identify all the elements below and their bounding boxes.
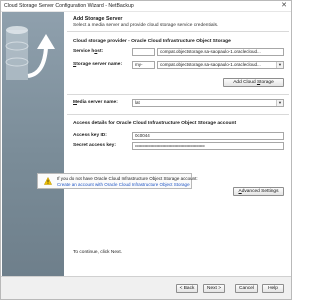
provider-divider	[67, 94, 289, 95]
chevron-down-icon[interactable]: ▼	[276, 62, 283, 68]
wizard-window: Cloud Storage Server Configuration Wizar…	[0, 0, 292, 300]
service-host-prefix-field[interactable]	[132, 48, 155, 56]
service-host-label: Service host:	[73, 49, 104, 54]
storage-server-name-dropdown[interactable]: compat.objectstorage.sa-saopaulo-1.oracl…	[157, 61, 284, 69]
page-subtitle: Select a media server and provide cloud …	[73, 23, 219, 28]
access-section-label: Access details for Oracle Cloud Infrastr…	[73, 121, 237, 126]
storage-server-name-label: Storage server name:	[73, 62, 123, 67]
storage-server-prefix-field[interactable]: my-	[132, 61, 155, 69]
service-host-field[interactable]: compat.objectstorage.sa-saopaulo-1.oracl…	[157, 48, 284, 56]
storage-upload-illustration-icon	[5, 26, 55, 80]
storage-server-name-value: compat.objectstorage.sa-saopaulo-1.oracl…	[160, 62, 261, 67]
access-key-id-field[interactable]: 0c0044	[132, 132, 284, 140]
wizard-content: Add Storage Server Select a media server…	[64, 12, 291, 274]
account-info-box: If you do not have Oracle Cloud Infrastr…	[37, 173, 198, 189]
advanced-settings-button[interactable]: Advanced Settings	[233, 187, 284, 196]
window-title: Cloud Storage Server Configuration Wizar…	[4, 3, 134, 9]
access-key-id-label: Access key ID:	[73, 133, 107, 138]
wizard-button-bar: < Back Next > Cancel Help	[1, 276, 291, 299]
media-server-name-dropdown[interactable]: lat ▼	[132, 99, 284, 107]
back-button[interactable]: < Back	[176, 284, 198, 293]
header-divider	[67, 31, 289, 32]
next-button[interactable]: Next >	[203, 284, 225, 293]
add-cloud-storage-button[interactable]: Add Cloud Storage	[223, 78, 284, 87]
continue-hint: To continue, click Next.	[73, 250, 123, 255]
create-account-link[interactable]: Create an account with Oracle Cloud Infr…	[57, 182, 190, 187]
chevron-down-icon[interactable]: ▼	[276, 100, 283, 106]
secret-access-key-field[interactable]: ••••••••••••••••••••••••••••••••••••••••…	[132, 142, 284, 150]
close-icon[interactable]: ✕	[281, 2, 287, 10]
media-server-name-label: Media server name:	[73, 100, 118, 105]
media-server-name-value: lat	[135, 100, 140, 105]
secret-access-key-label: Secret access key:	[73, 143, 116, 148]
wizard-side-banner	[2, 12, 64, 276]
media-divider	[67, 114, 289, 115]
provider-section-label: Cloud storage provider - Oracle Cloud In…	[73, 39, 231, 44]
page-title: Add Storage Server	[73, 16, 123, 22]
warning-icon	[44, 177, 52, 185]
account-info-text: If you do not have Oracle Cloud Infrastr…	[57, 176, 198, 181]
title-bar: Cloud Storage Server Configuration Wizar…	[1, 1, 291, 12]
cancel-button[interactable]: Cancel	[235, 284, 258, 293]
help-button[interactable]: Help	[262, 284, 284, 293]
